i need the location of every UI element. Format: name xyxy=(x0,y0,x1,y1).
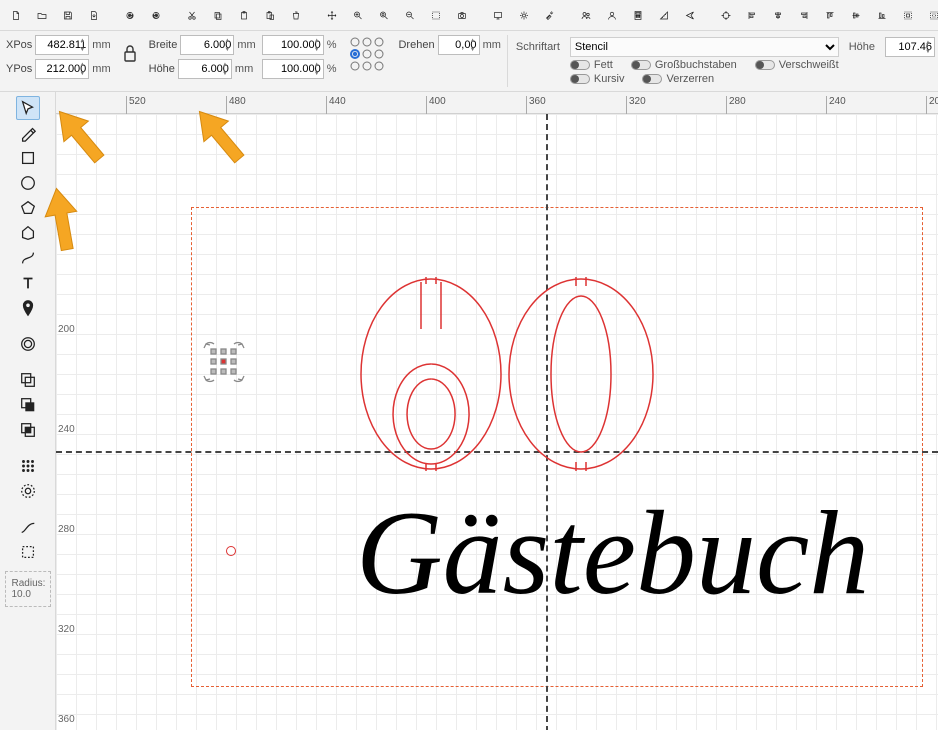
text-object-script[interactable]: Gästebuch xyxy=(356,484,869,622)
curve-tool[interactable] xyxy=(16,246,40,270)
ruler-triangle-button[interactable] xyxy=(652,3,676,27)
target-button[interactable] xyxy=(714,3,738,27)
selected-ellipse-object[interactable] xyxy=(226,546,236,556)
align-right-button[interactable] xyxy=(792,3,816,27)
ruler-horizontal: 520480440400360320280240200 xyxy=(56,92,938,114)
cut-button[interactable] xyxy=(180,3,204,27)
canvas[interactable]: 520480440400360320280240200 200240280320… xyxy=(56,92,938,730)
pen-tool[interactable] xyxy=(16,121,40,145)
breite-label: Breite xyxy=(149,39,178,51)
star-tool[interactable] xyxy=(16,221,40,245)
boolean-subtract-tool[interactable] xyxy=(16,393,40,417)
align-left-button[interactable] xyxy=(740,3,764,27)
clipboard-paste-button[interactable] xyxy=(258,3,282,27)
polygon-tool[interactable] xyxy=(16,196,40,220)
fett-toggle[interactable]: Fett xyxy=(570,59,613,71)
verzerren-toggle[interactable]: Verzerren xyxy=(642,73,714,85)
schriftart-label: Schriftart xyxy=(516,41,560,53)
zoom-out-button[interactable] xyxy=(398,3,422,27)
boolean-union-tool[interactable] xyxy=(16,368,40,392)
drehen-label: Drehen xyxy=(398,39,434,51)
camera-button[interactable] xyxy=(450,3,474,27)
kursiv-toggle[interactable]: Kursiv xyxy=(570,73,625,85)
calc-button[interactable] xyxy=(626,3,650,27)
radius-value: 10.0 xyxy=(12,589,44,600)
text-object-60[interactable] xyxy=(356,274,666,474)
monitor-button[interactable] xyxy=(486,3,510,27)
font-height-label: Höhe xyxy=(849,41,875,53)
align-middle-button[interactable] xyxy=(844,3,868,27)
left-toolbar: Radius: 10.0 xyxy=(0,92,56,730)
pin-tool[interactable] xyxy=(16,296,40,320)
properties-bar: XPos ▲▼ mm YPos ▲▼ mm Breite ▲▼ mm Höhe … xyxy=(0,31,938,92)
copy-button[interactable] xyxy=(206,3,230,27)
users-button[interactable] xyxy=(574,3,598,27)
grid-area[interactable]: 200240280320360 xyxy=(56,114,938,730)
move-button[interactable] xyxy=(320,3,344,27)
verschweisst-toggle[interactable]: Verschweißt xyxy=(755,59,839,71)
lock-aspect-button[interactable] xyxy=(121,35,139,71)
distribute-button[interactable] xyxy=(922,3,938,27)
boolean-intersect-tool[interactable] xyxy=(16,418,40,442)
font-panel: Schriftart Stencil Höhe ▲▼ HSpa Fett Gro… xyxy=(507,35,938,87)
offset-tool[interactable] xyxy=(16,332,40,356)
crop-tool[interactable] xyxy=(16,540,40,564)
main-toolbar xyxy=(0,0,938,31)
radius-box: Radius: 10.0 xyxy=(5,571,51,607)
schriftart-select[interactable]: Stencil xyxy=(570,37,839,57)
redo-button[interactable] xyxy=(144,3,168,27)
select-cursor-tool[interactable] xyxy=(16,96,40,120)
gross-toggle[interactable]: Großbuchstaben xyxy=(631,59,737,71)
breite-spinner[interactable]: ▲▼ xyxy=(221,36,233,54)
export-button[interactable] xyxy=(82,3,106,27)
unit-mm: mm xyxy=(92,39,110,51)
text-tool[interactable] xyxy=(16,271,40,295)
rectangle-tool[interactable] xyxy=(16,146,40,170)
xpos-label: XPos xyxy=(6,39,32,51)
open-file-button[interactable] xyxy=(30,3,54,27)
transform-handles[interactable] xyxy=(201,339,247,385)
select-box-button[interactable] xyxy=(424,3,448,27)
distribute-box-button[interactable] xyxy=(896,3,920,27)
radius-label: Radius: xyxy=(12,578,44,589)
tools-wrench-button[interactable] xyxy=(538,3,562,27)
delete-button[interactable] xyxy=(284,3,308,27)
user-button[interactable] xyxy=(600,3,624,27)
grid-dots-tool[interactable] xyxy=(16,454,40,478)
settings-button[interactable] xyxy=(512,3,536,27)
ypos-label: YPos xyxy=(6,63,32,75)
hoehe-label: Höhe xyxy=(149,63,175,75)
save-file-button[interactable] xyxy=(56,3,80,27)
paste-button[interactable] xyxy=(232,3,256,27)
xpos-spinner[interactable]: ▲▼ xyxy=(76,36,88,54)
send-button[interactable] xyxy=(678,3,702,27)
undo-button[interactable] xyxy=(118,3,142,27)
align-center-button[interactable] xyxy=(766,3,790,27)
ypos-spinner[interactable]: ▲▼ xyxy=(76,60,88,78)
anchor-picker[interactable] xyxy=(348,35,386,76)
blur-tool[interactable] xyxy=(16,515,40,539)
zoom-fit-button[interactable] xyxy=(372,3,396,27)
align-bottom-button[interactable] xyxy=(870,3,894,27)
ruler-vertical-labels: 200240280320360 xyxy=(56,136,84,730)
align-top-button[interactable] xyxy=(818,3,842,27)
hoehe-spinner[interactable]: ▲▼ xyxy=(219,60,231,78)
ellipse-tool[interactable] xyxy=(16,171,40,195)
new-file-button[interactable] xyxy=(4,3,28,27)
zoom-in-button[interactable] xyxy=(346,3,370,27)
mask-tool[interactable] xyxy=(16,479,40,503)
